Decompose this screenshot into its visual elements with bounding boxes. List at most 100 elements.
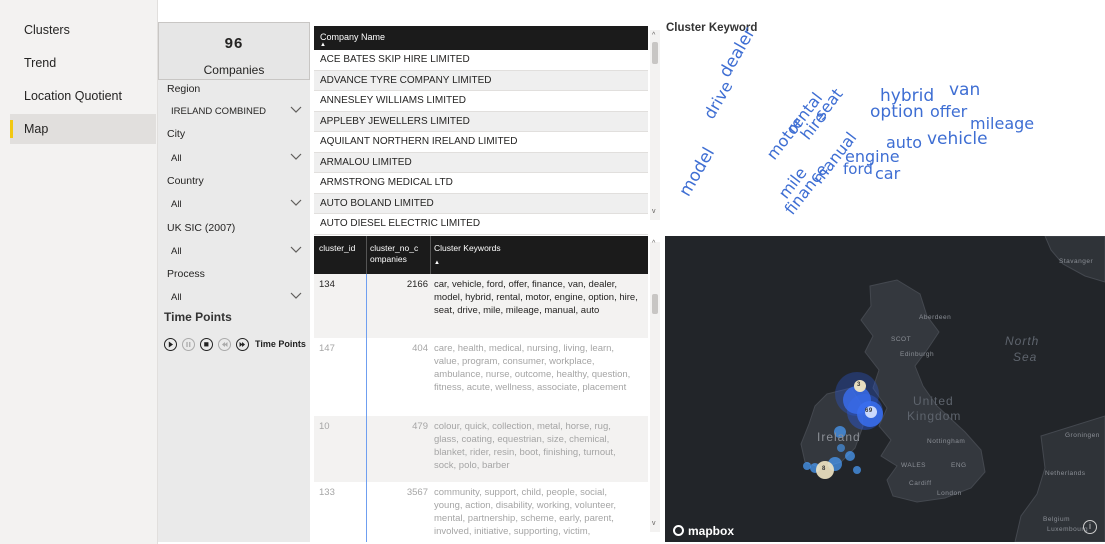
map-label: London bbox=[937, 490, 962, 497]
pause-icon[interactable] bbox=[182, 338, 195, 351]
table-row[interactable]: 10 479 colour, quick, collection, metal,… bbox=[314, 416, 648, 482]
table-row[interactable]: AUTO BOLAND LIMITED bbox=[314, 193, 648, 214]
nav-item-trend[interactable]: Trend bbox=[10, 48, 156, 78]
scroll-down-icon[interactable]: v bbox=[652, 520, 656, 527]
time-points-title: Time Points bbox=[164, 310, 232, 324]
cluster-id-cell: 134 bbox=[319, 279, 335, 290]
map-label: Nottingham bbox=[927, 438, 966, 445]
scroll-up-icon[interactable]: ^ bbox=[652, 32, 655, 39]
chevron-down-icon bbox=[290, 246, 302, 253]
cluster-marker-count[interactable]: 3 bbox=[857, 382, 861, 388]
company-name-header[interactable]: Company Name ▲ bbox=[314, 26, 648, 50]
table-row[interactable]: AUTO DIESEL ELECTRIC LIMITED bbox=[314, 214, 648, 235]
chevron-down-icon bbox=[290, 153, 302, 160]
sort-ascending-icon: ▲ bbox=[434, 260, 440, 266]
cluster-marker-count[interactable]: 8 bbox=[822, 466, 826, 472]
process-slicer[interactable]: All bbox=[167, 289, 303, 307]
sic-slicer[interactable]: All bbox=[167, 243, 303, 261]
table-row[interactable]: ARMALOU LIMITED bbox=[314, 152, 648, 173]
cluster-marker-count[interactable]: 69 bbox=[865, 408, 873, 414]
map-label: Edinburgh bbox=[900, 351, 935, 358]
column-divider bbox=[366, 236, 367, 274]
map-label: Luxembourg bbox=[1047, 526, 1089, 533]
word-cloud-word: car bbox=[875, 164, 901, 183]
cluster-id-cell: 147 bbox=[319, 343, 335, 354]
filter-panel: 96 Companies Region IRELAND COMBINED Cit… bbox=[158, 22, 310, 542]
cluster-count-header[interactable]: cluster_no_c ompanies bbox=[370, 243, 428, 265]
sic-slicer-title: UK SIC (2007) bbox=[167, 222, 236, 234]
map-label: North bbox=[1005, 334, 1040, 348]
map-basemap bbox=[800, 236, 1105, 542]
map-label: WALES bbox=[901, 462, 927, 469]
word-cloud-word: model bbox=[675, 144, 720, 200]
cluster-id-header[interactable]: cluster_id bbox=[319, 243, 355, 253]
country-slicer[interactable]: All bbox=[167, 196, 303, 214]
map-label: Sea bbox=[1013, 350, 1038, 364]
play-icon[interactable] bbox=[164, 338, 177, 351]
map-label: Ireland bbox=[817, 430, 861, 444]
chevron-down-icon bbox=[290, 199, 302, 206]
country-slicer-value: All bbox=[171, 199, 182, 210]
table-row[interactable]: AQUILANT NORTHERN IRELAND LIMITED bbox=[314, 132, 648, 153]
companies-label: Companies bbox=[203, 63, 265, 77]
nav-item-label: Trend bbox=[24, 56, 57, 70]
scrollbar-thumb[interactable] bbox=[652, 42, 658, 64]
word-cloud-word: drive bbox=[699, 77, 737, 123]
scroll-down-icon[interactable]: v bbox=[652, 208, 656, 215]
column-header-label: Company Name bbox=[320, 32, 386, 42]
map-label: Groningen bbox=[1065, 432, 1100, 439]
nav-item-location-quotient[interactable]: Location Quotient bbox=[10, 81, 156, 111]
table-row[interactable]: APPLEBY JEWELLERS LIMITED bbox=[314, 111, 648, 132]
column-divider bbox=[430, 236, 431, 274]
map-label: Belgium bbox=[1043, 516, 1070, 523]
country-slicer-title: Country bbox=[167, 175, 204, 187]
cluster-id-cell: 10 bbox=[319, 421, 330, 432]
map-label: Kingdom bbox=[907, 409, 962, 423]
time-points-player-label: Time Points bbox=[255, 339, 306, 349]
city-slicer[interactable]: All bbox=[167, 150, 303, 168]
companies-kpi-card: 96 Companies bbox=[158, 22, 310, 80]
map-label: Aberdeen bbox=[919, 314, 952, 321]
map-label: SCOT bbox=[891, 336, 912, 343]
cluster-table: cluster_id cluster_no_c ompanies Cluster… bbox=[314, 236, 648, 542]
word-cloud-word: ford bbox=[843, 160, 873, 178]
word-cloud-word: van bbox=[949, 80, 981, 100]
cluster-keywords-cell: colour, quick, collection, metal, horse,… bbox=[434, 421, 616, 471]
mapbox-logo-text: mapbox bbox=[688, 524, 735, 538]
cluster-keywords-cell: community, support, child, people, socia… bbox=[434, 487, 617, 537]
scrollbar-thumb[interactable] bbox=[652, 294, 658, 314]
cluster-keywords-cell: car, vehicle, ford, offer, finance, van,… bbox=[434, 279, 638, 316]
play-axis-controls: Time Points bbox=[164, 338, 310, 354]
nav-item-label: Location Quotient bbox=[24, 89, 122, 103]
region-slicer[interactable]: IRELAND COMBINED bbox=[167, 103, 303, 121]
table-row[interactable]: 133 3567 community, support, child, peop… bbox=[314, 482, 648, 542]
word-cloud-word: auto bbox=[886, 133, 923, 152]
nav-item-label: Clusters bbox=[24, 23, 70, 37]
process-slicer-value: All bbox=[171, 292, 182, 303]
table-row[interactable]: ACE BATES SKIP HIRE LIMITED bbox=[314, 50, 648, 71]
table-row[interactable]: ADVANCE TYRE COMPANY LIMITED bbox=[314, 70, 648, 91]
word-cloud-word: option bbox=[870, 102, 924, 122]
city-slicer-value: All bbox=[171, 153, 182, 164]
stop-icon[interactable] bbox=[200, 338, 213, 351]
cluster-count-cell: 3567 bbox=[406, 487, 428, 498]
sort-ascending-icon: ▲ bbox=[320, 42, 326, 48]
info-icon[interactable]: i bbox=[1083, 520, 1097, 534]
table-row[interactable]: ARMSTRONG MEDICAL LTD bbox=[314, 173, 648, 194]
company-table-scrollbar[interactable] bbox=[650, 30, 660, 220]
table-row[interactable]: 147 404 care, health, medical, nursing, … bbox=[314, 338, 648, 416]
table-row[interactable]: ANNESLEY WILLIAMS LIMITED bbox=[314, 91, 648, 112]
nav-item-map[interactable]: Map bbox=[10, 114, 156, 144]
nav-item-clusters[interactable]: Clusters bbox=[10, 15, 156, 45]
previous-icon[interactable] bbox=[218, 338, 231, 351]
scroll-up-icon[interactable]: ^ bbox=[652, 240, 655, 247]
report-page-nav: Clusters Trend Location Quotient Map bbox=[0, 0, 158, 544]
cluster-keywords-header[interactable]: Cluster Keywords bbox=[434, 243, 501, 253]
cluster-table-header: cluster_id cluster_no_c ompanies Cluster… bbox=[314, 236, 648, 274]
next-icon[interactable] bbox=[236, 338, 249, 351]
map-label: Stavanger bbox=[1059, 258, 1094, 265]
table-row[interactable]: 134 2166 car, vehicle, ford, offer, fina… bbox=[314, 274, 648, 338]
process-slicer-title: Process bbox=[167, 268, 205, 280]
map-visual[interactable]: Stavanger Aberdeen SCOT Edinburgh North … bbox=[665, 236, 1105, 542]
cluster-table-scrollbar[interactable] bbox=[650, 242, 660, 532]
